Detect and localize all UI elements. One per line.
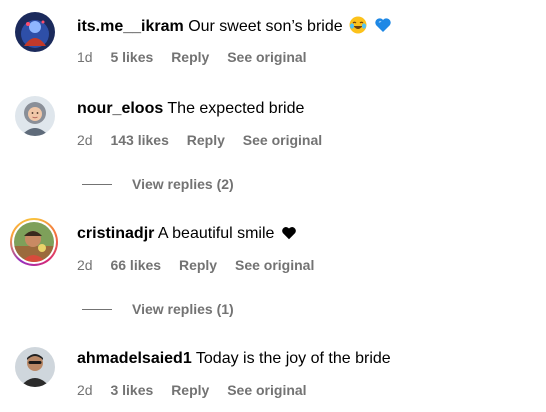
avatar[interactable] (15, 12, 55, 52)
comment-username[interactable]: cristinadjr (77, 225, 154, 242)
see-original-button[interactable]: See original (243, 131, 322, 149)
comment-username[interactable]: its.me__ikram (77, 18, 184, 35)
replies-divider (82, 183, 112, 185)
comment-time: 2d (77, 132, 93, 148)
replies-divider (82, 308, 112, 310)
comment-text: Today is the joy of the bride (195, 350, 391, 367)
comment-time: 1d (77, 49, 93, 65)
avatar[interactable] (15, 347, 55, 387)
see-original-button[interactable]: See original (227, 381, 306, 399)
comment-text: Our sweet son’s bride (188, 18, 343, 35)
laughing-tears-icon (349, 16, 367, 40)
reply-button[interactable]: Reply (187, 131, 225, 149)
view-replies-label: View replies (2) (132, 176, 234, 192)
reply-button[interactable]: Reply (171, 48, 209, 66)
comment-text: The expected bride (167, 100, 305, 117)
comment-username[interactable]: ahmadelsaied1 (77, 350, 192, 367)
blue-heart-icon (374, 16, 392, 40)
reply-button[interactable]: Reply (171, 381, 209, 399)
black-heart-icon (281, 225, 297, 247)
likes-count[interactable]: 143 likes (110, 131, 168, 149)
view-replies-label: View replies (1) (132, 301, 234, 317)
likes-count[interactable]: 3 likes (110, 381, 153, 399)
avatar[interactable] (15, 96, 55, 136)
reply-button[interactable]: Reply (179, 256, 217, 274)
comment-text: A beautiful smile (157, 225, 275, 242)
view-replies-button[interactable]: View replies (1) (82, 300, 234, 318)
view-replies-button[interactable]: View replies (2) (82, 175, 234, 193)
avatar-photo (14, 222, 54, 262)
comment-time: 2d (77, 382, 93, 398)
comment-time: 2d (77, 257, 93, 273)
avatar[interactable] (10, 218, 58, 266)
likes-count[interactable]: 5 likes (110, 48, 153, 66)
see-original-button[interactable]: See original (227, 48, 306, 66)
likes-count[interactable]: 66 likes (110, 256, 161, 274)
see-original-button[interactable]: See original (235, 256, 314, 274)
comment-username[interactable]: nour_eloos (77, 100, 163, 117)
